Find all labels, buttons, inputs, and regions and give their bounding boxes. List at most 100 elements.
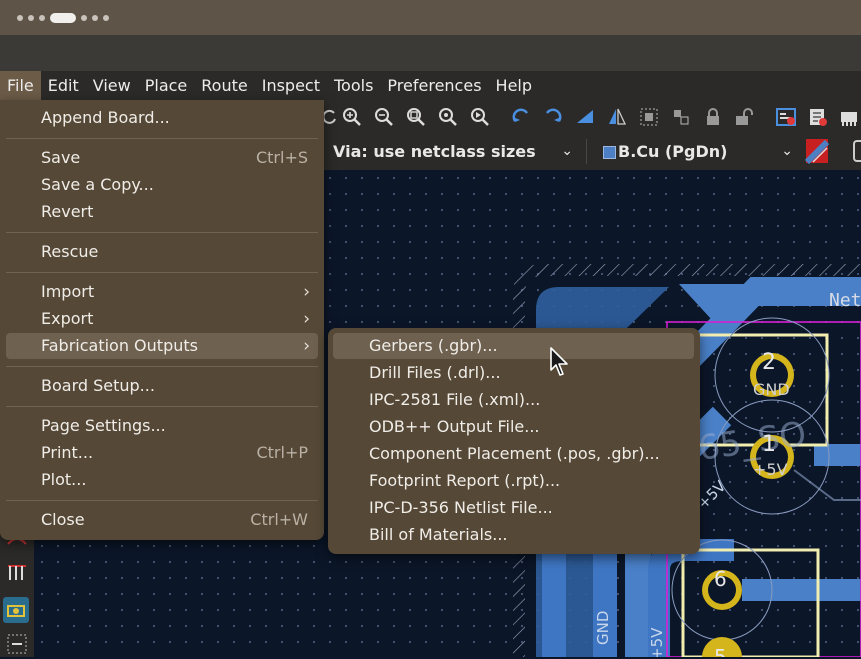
submenu-item-component-placement[interactable]: Component Placement (.pos, .gbr)... [333, 441, 694, 467]
workspace-dot[interactable] [17, 14, 23, 21]
layer-label: B.Cu (PgDn) [618, 142, 728, 161]
menu-item-revert[interactable]: Revert [6, 199, 318, 225]
menubar: File Edit View Place Route Inspect Tools… [0, 71, 861, 100]
chevron-right-icon: › [303, 309, 310, 329]
pad-number: 6 [714, 567, 727, 591]
menu-item-label: Save a Copy... [41, 175, 154, 194]
menu-item-close[interactable]: Close Ctrl+W [6, 507, 318, 533]
submenu-item-ipc-2581[interactable]: IPC-2581 File (.xml)... [333, 387, 694, 413]
menu-separator [6, 232, 318, 233]
submenu-item-label: ODB++ Output File... [369, 417, 540, 436]
submenu-item-label: IPC-D-356 Netlist File... [369, 498, 553, 517]
submenu-item-bill-of-materials[interactable]: Bill of Materials... [333, 522, 694, 548]
workspace-dot[interactable] [39, 14, 45, 21]
menu-separator [6, 500, 318, 501]
menu-item-save-a-copy[interactable]: Save a Copy... [6, 172, 318, 198]
pad-number: 2 [762, 350, 776, 375]
submenu-item-label: Bill of Materials... [369, 525, 508, 544]
menu-item-page-settings[interactable]: Page Settings... [6, 413, 318, 439]
via-size-label: Via: use netclass sizes [333, 142, 536, 161]
netlist-update-icon[interactable] [807, 106, 829, 128]
menu-separator [6, 138, 318, 139]
workspace-dot[interactable] [28, 14, 34, 21]
zoom-fit-icon[interactable] [405, 106, 427, 128]
workspace-indicator[interactable] [17, 12, 109, 23]
menu-item-label: Rescue [41, 242, 99, 261]
menu-help[interactable]: Help [489, 71, 539, 100]
zoom-out-icon[interactable] [373, 106, 395, 128]
drc-icon[interactable] [775, 106, 797, 128]
pad-number: 1 [762, 432, 776, 457]
layer-pair-icon[interactable] [804, 138, 830, 165]
zoom-selection-icon[interactable] [469, 106, 491, 128]
menu-separator [6, 272, 318, 273]
workspace-dot[interactable] [92, 14, 98, 21]
menu-item-append-board[interactable]: Append Board... [6, 105, 318, 131]
zoom-in-icon[interactable] [341, 106, 363, 128]
footprint-editor-icon[interactable] [838, 106, 860, 128]
submenu-item-drill-files[interactable]: Drill Files (.drl)... [333, 360, 694, 386]
layer-color-swatch [603, 146, 616, 159]
menu-item-print[interactable]: Print... Ctrl+P [6, 440, 318, 466]
menu-item-import[interactable]: Import › [6, 279, 318, 305]
workspace-dot-active[interactable] [50, 12, 76, 23]
ratsnest-icon[interactable] [5, 560, 29, 586]
menu-item-save[interactable]: Save Ctrl+S [6, 145, 318, 171]
menu-item-plot[interactable]: Plot... [6, 467, 318, 493]
toolbar-divider [586, 139, 587, 164]
layer-select-dropdown[interactable]: B.Cu (PgDn) ⌄ [603, 140, 793, 163]
menu-item-label: Board Setup... [41, 376, 155, 395]
menu-item-label: Page Settings... [41, 416, 166, 435]
group-icon[interactable] [638, 106, 660, 128]
fabrication-outputs-submenu: Gerbers (.gbr)... Drill Files (.drl)... … [328, 328, 700, 554]
menu-file[interactable]: File [0, 71, 41, 100]
menu-item-fabrication-outputs[interactable]: Fabrication Outputs › [6, 333, 318, 359]
submenu-item-odb-output[interactable]: ODB++ Output File... [333, 414, 694, 440]
menu-item-label: Print... [41, 443, 94, 462]
menu-tools[interactable]: Tools [327, 71, 380, 100]
lock-icon[interactable] [702, 106, 724, 128]
submenu-item-ipc-d-356-netlist[interactable]: IPC-D-356 Netlist File... [333, 495, 694, 521]
zoom-objects-icon[interactable] [437, 106, 459, 128]
overflow-toggle[interactable] [853, 140, 861, 162]
track-net-label: GND [594, 610, 612, 645]
menu-item-label: Plot... [41, 470, 87, 489]
menu-preferences[interactable]: Preferences [380, 71, 488, 100]
desktop-top-panel [0, 0, 861, 35]
ungroup-icon[interactable] [670, 106, 692, 128]
mirror-icon[interactable] [606, 106, 628, 128]
submenu-item-footprint-report[interactable]: Footprint Report (.rpt)... [333, 468, 694, 494]
pad-net-label: +5V [753, 460, 788, 479]
submenu-item-label: Gerbers (.gbr)... [369, 336, 498, 355]
unlock-icon[interactable] [732, 106, 754, 128]
workspace-dot[interactable] [81, 14, 87, 21]
workspace-dot[interactable] [103, 14, 109, 21]
menu-place[interactable]: Place [138, 71, 195, 100]
menu-item-rescue[interactable]: Rescue [6, 239, 318, 265]
via-size-dropdown[interactable]: Via: use netclass sizes ⌄ [333, 140, 573, 163]
menu-separator [6, 406, 318, 407]
flip-icon[interactable] [574, 106, 596, 128]
chevron-down-icon: ⌄ [561, 143, 573, 159]
menu-item-export[interactable]: Export › [6, 306, 318, 332]
via-mode-icon[interactable] [6, 633, 28, 659]
menu-item-shortcut: Ctrl+S [255, 148, 308, 167]
pad-net-label: GND [753, 380, 790, 399]
chevron-right-icon: › [303, 282, 310, 302]
menu-view[interactable]: View [86, 71, 138, 100]
submenu-item-gerbers[interactable]: Gerbers (.gbr)... [333, 333, 694, 359]
submenu-item-label: IPC-2581 File (.xml)... [369, 390, 541, 409]
window-titlebar [0, 35, 861, 71]
menu-item-label: Append Board... [41, 108, 170, 127]
menu-item-label: Import [41, 282, 95, 301]
menu-route[interactable]: Route [194, 71, 254, 100]
menu-item-board-setup[interactable]: Board Setup... [6, 373, 318, 399]
rotate-ccw-icon[interactable] [510, 106, 532, 128]
submenu-item-label: Footprint Report (.rpt)... [369, 471, 561, 490]
submenu-item-label: Drill Files (.drl)... [369, 363, 501, 382]
menu-edit[interactable]: Edit [41, 71, 86, 100]
track-mode-icon[interactable] [3, 597, 29, 623]
pad-number: 5 [714, 645, 727, 657]
rotate-cw-icon[interactable] [542, 106, 564, 128]
menu-inspect[interactable]: Inspect [255, 71, 327, 100]
